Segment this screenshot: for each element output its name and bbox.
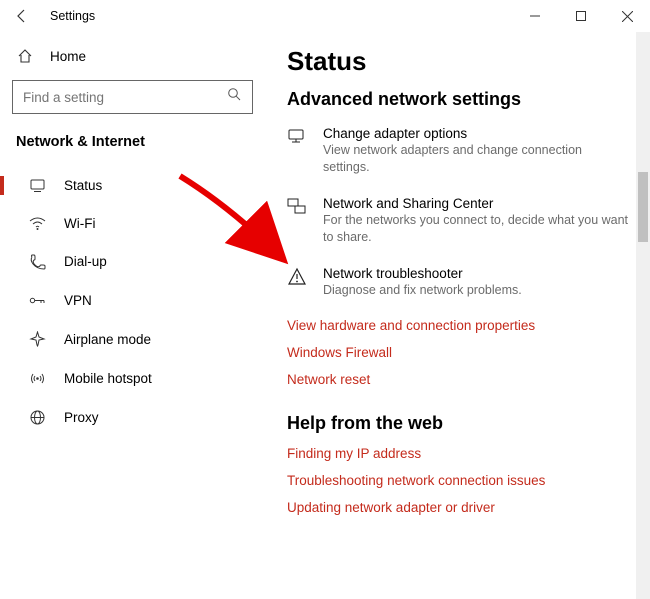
option-label: Network troubleshooter bbox=[323, 266, 630, 281]
help-section-title: Help from the web bbox=[287, 413, 630, 434]
sidebar-item-label: Proxy bbox=[64, 410, 99, 425]
help-link-update-adapter[interactable]: Updating network adapter or driver bbox=[287, 500, 630, 515]
sidebar-item-airplane[interactable]: Airplane mode bbox=[10, 320, 255, 359]
home-icon bbox=[16, 48, 34, 64]
link-hardware-properties[interactable]: View hardware and connection properties bbox=[287, 318, 630, 333]
home-label: Home bbox=[50, 49, 86, 64]
wifi-icon bbox=[28, 217, 46, 231]
minimize-button[interactable] bbox=[512, 0, 558, 32]
help-link-ip[interactable]: Finding my IP address bbox=[287, 446, 630, 461]
sidebar-section-header: Network & Internet bbox=[10, 128, 255, 162]
section-subtitle: Advanced network settings bbox=[287, 89, 630, 110]
scrollbar-thumb[interactable] bbox=[638, 172, 648, 242]
sidebar-item-label: Wi-Fi bbox=[64, 216, 95, 231]
link-network-reset[interactable]: Network reset bbox=[287, 372, 630, 387]
option-desc: Diagnose and fix network problems. bbox=[323, 282, 630, 299]
scrollbar[interactable] bbox=[636, 32, 650, 599]
sidebar-item-label: Airplane mode bbox=[64, 332, 151, 347]
option-desc: For the networks you connect to, decide … bbox=[323, 212, 630, 246]
option-change-adapter[interactable]: Change adapter options View network adap… bbox=[287, 126, 630, 176]
warning-icon bbox=[287, 266, 309, 299]
proxy-icon bbox=[28, 409, 46, 426]
search-icon bbox=[227, 87, 242, 107]
vpn-icon bbox=[28, 292, 46, 309]
link-windows-firewall[interactable]: Windows Firewall bbox=[287, 345, 630, 360]
option-label: Network and Sharing Center bbox=[323, 196, 630, 211]
option-sharing-center[interactable]: Network and Sharing Center For the netwo… bbox=[287, 196, 630, 246]
sidebar-item-label: Mobile hotspot bbox=[64, 371, 152, 386]
home-button[interactable]: Home bbox=[10, 40, 255, 72]
option-label: Change adapter options bbox=[323, 126, 630, 141]
sidebar-item-proxy[interactable]: Proxy bbox=[10, 398, 255, 437]
maximize-button[interactable] bbox=[558, 0, 604, 32]
sharing-icon bbox=[287, 196, 309, 246]
sidebar-item-label: Dial-up bbox=[64, 254, 107, 269]
adapter-icon bbox=[287, 126, 309, 176]
sidebar: Home Network & Internet Status bbox=[0, 32, 265, 599]
titlebar: Settings bbox=[0, 0, 650, 32]
sidebar-item-label: Status bbox=[64, 178, 102, 193]
main-content: Status Advanced network settings Change … bbox=[265, 32, 650, 599]
airplane-icon bbox=[28, 331, 46, 348]
option-desc: View network adapters and change connect… bbox=[323, 142, 630, 176]
search-field[interactable] bbox=[23, 90, 227, 105]
status-icon bbox=[28, 177, 46, 194]
search-input[interactable] bbox=[12, 80, 253, 114]
help-link-troubleshoot[interactable]: Troubleshooting network connection issue… bbox=[287, 473, 630, 488]
sidebar-item-label: VPN bbox=[64, 293, 92, 308]
sidebar-item-status[interactable]: Status bbox=[10, 166, 255, 205]
page-title: Status bbox=[287, 46, 630, 77]
sidebar-item-vpn[interactable]: VPN bbox=[10, 281, 255, 320]
option-troubleshooter[interactable]: Network troubleshooter Diagnose and fix … bbox=[287, 266, 630, 299]
sidebar-item-hotspot[interactable]: Mobile hotspot bbox=[10, 359, 255, 398]
sidebar-item-wifi[interactable]: Wi-Fi bbox=[10, 205, 255, 242]
back-icon[interactable] bbox=[6, 0, 38, 32]
dialup-icon bbox=[28, 253, 46, 270]
window-title: Settings bbox=[50, 9, 95, 23]
hotspot-icon bbox=[28, 370, 46, 387]
close-button[interactable] bbox=[604, 0, 650, 32]
sidebar-item-dialup[interactable]: Dial-up bbox=[10, 242, 255, 281]
